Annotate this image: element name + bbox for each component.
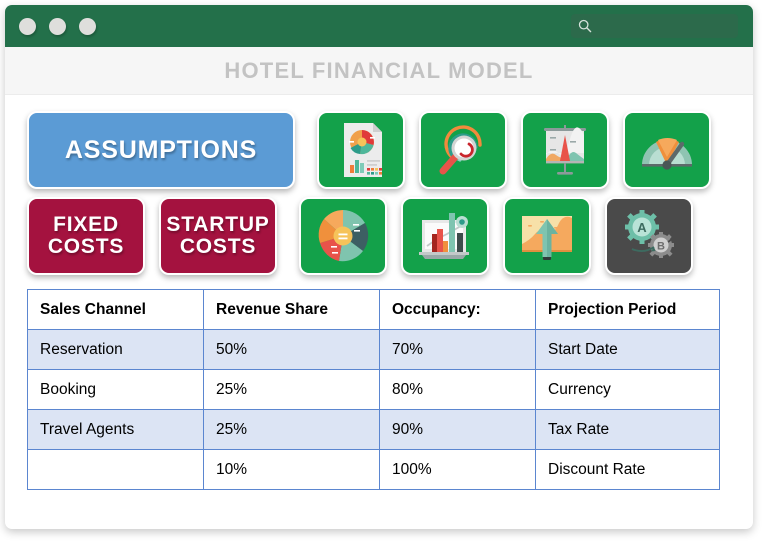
search-input[interactable] bbox=[571, 14, 738, 38]
bar-chart-trend-icon bbox=[416, 208, 474, 264]
table-header-row: Sales Channel Revenue Share Occupancy: P… bbox=[27, 289, 720, 330]
tile-row-1 bbox=[317, 111, 711, 189]
presentation-chart-icon bbox=[536, 121, 594, 179]
ab-testing-gears-icon: A B bbox=[620, 209, 678, 263]
window-titlebar bbox=[5, 5, 753, 47]
ab-testing-gears-tile[interactable]: A B bbox=[605, 197, 693, 275]
document-header: HOTEL FINANCIAL MODEL bbox=[5, 47, 753, 95]
assumptions-button-label: ASSUMPTIONS bbox=[64, 135, 258, 164]
table-cell: Booking bbox=[27, 369, 204, 410]
table-header-revenue-share: Revenue Share bbox=[203, 289, 380, 330]
data-table-wrapper: Sales Channel Revenue Share Occupancy: P… bbox=[27, 289, 731, 490]
window-controls bbox=[19, 17, 96, 35]
table-cell: 10% bbox=[203, 449, 380, 490]
donut-pie-chart-tile[interactable] bbox=[299, 197, 387, 275]
table-header-occupancy: Occupancy: bbox=[379, 289, 536, 330]
table-cell: 100% bbox=[379, 449, 536, 490]
table-header-projection-period: Projection Period bbox=[535, 289, 720, 330]
financial-assumptions-table: Sales Channel Revenue Share Occupancy: P… bbox=[27, 289, 720, 490]
table-cell: 25% bbox=[203, 369, 380, 410]
table-cell: Travel Agents bbox=[27, 409, 204, 450]
window-dot-maximize[interactable] bbox=[79, 17, 96, 35]
table-row[interactable]: Reservation 50% 70% Start Date bbox=[27, 329, 720, 370]
table-row[interactable]: Booking 25% 80% Currency bbox=[27, 369, 720, 410]
magnifier-analysis-tile[interactable] bbox=[419, 111, 507, 189]
table-row[interactable]: 10% 100% Discount Rate bbox=[27, 449, 720, 490]
page-title: HOTEL FINANCIAL MODEL bbox=[224, 57, 534, 83]
table-cell: 90% bbox=[379, 409, 536, 450]
fixed-costs-button-label: FIXED COSTS bbox=[47, 212, 125, 258]
presentation-chart-tile[interactable] bbox=[521, 111, 609, 189]
table-cell: 50% bbox=[203, 329, 380, 370]
search-icon bbox=[578, 19, 592, 33]
table-cell bbox=[27, 449, 204, 490]
startup-costs-button[interactable]: STARTUP COSTS bbox=[159, 197, 277, 275]
gauge-meter-icon bbox=[638, 125, 696, 175]
table-cell: Start Date bbox=[535, 329, 720, 370]
tile-row-2: A B bbox=[299, 197, 693, 275]
window-body: ASSUMPTIONS FIXED COSTS STARTUP COSTS A … bbox=[5, 95, 753, 490]
table-cell: 80% bbox=[379, 369, 536, 410]
window-dot-close[interactable] bbox=[19, 17, 36, 35]
window-dot-minimize[interactable] bbox=[49, 17, 66, 35]
report-document-chart-tile[interactable] bbox=[317, 111, 405, 189]
screenshot-root: HOTEL FINANCIAL MODEL ASSUMPTIONS FIXED … bbox=[0, 0, 762, 546]
button-row-1: ASSUMPTIONS bbox=[27, 111, 731, 189]
fixed-costs-button[interactable]: FIXED COSTS bbox=[27, 197, 145, 275]
table-cell: Reservation bbox=[27, 329, 204, 370]
svg-text:B: B bbox=[657, 241, 665, 253]
table-cell: 25% bbox=[203, 409, 380, 450]
assumptions-button[interactable]: ASSUMPTIONS bbox=[27, 111, 295, 189]
svg-text:A: A bbox=[637, 220, 647, 235]
table-cell: Discount Rate bbox=[535, 449, 720, 490]
report-document-chart-icon bbox=[334, 121, 388, 179]
startup-costs-button-label: STARTUP COSTS bbox=[166, 212, 270, 258]
button-row-2: FIXED COSTS STARTUP COSTS A B bbox=[27, 197, 731, 275]
bar-chart-trend-tile[interactable] bbox=[401, 197, 489, 275]
table-cell: Currency bbox=[535, 369, 720, 410]
app-window: HOTEL FINANCIAL MODEL ASSUMPTIONS FIXED … bbox=[5, 5, 753, 529]
table-cell: Tax Rate bbox=[535, 409, 720, 450]
area-chart-growth-icon bbox=[518, 211, 576, 261]
magnifier-analysis-icon bbox=[434, 121, 492, 179]
table-cell: 70% bbox=[379, 329, 536, 370]
table-header-sales-channel: Sales Channel bbox=[27, 289, 204, 330]
area-chart-growth-tile[interactable] bbox=[503, 197, 591, 275]
table-row[interactable]: Travel Agents 25% 90% Tax Rate bbox=[27, 409, 720, 450]
gauge-meter-tile[interactable] bbox=[623, 111, 711, 189]
donut-pie-chart-icon bbox=[315, 208, 371, 264]
